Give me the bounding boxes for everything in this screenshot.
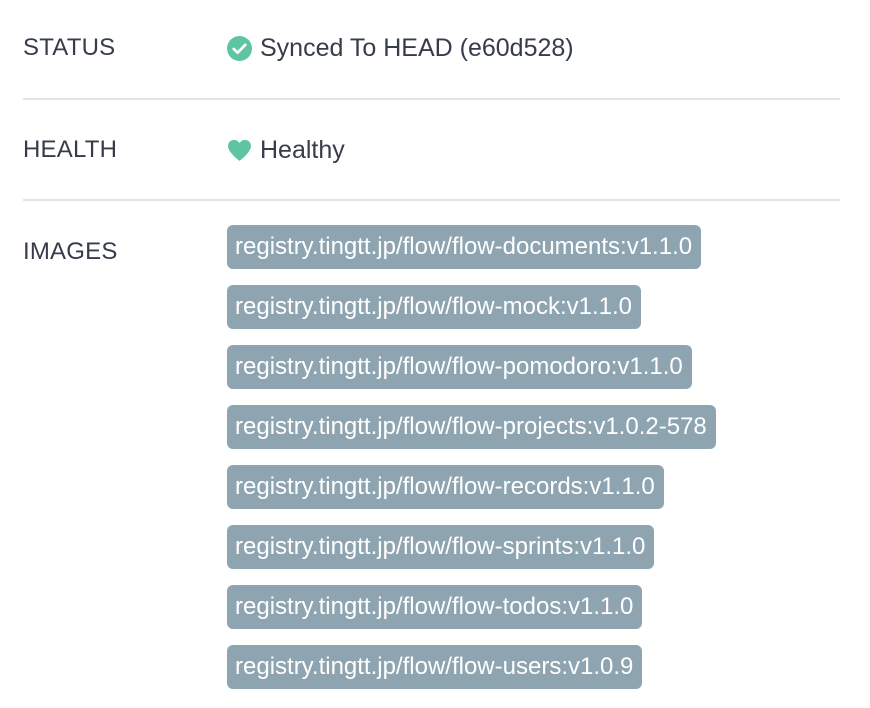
image-tag: registry.tingtt.jp/flow/flow-mock:v1.1.0 <box>227 285 642 329</box>
image-tag: registry.tingtt.jp/flow/flow-projects:v1… <box>227 405 716 449</box>
images-list: registry.tingtt.jp/flow/flow-documents:v… <box>227 225 716 705</box>
status-label: STATUS <box>23 34 116 61</box>
health-text: Healthy <box>260 136 345 164</box>
status-row: STATUS Synced To HEAD (e60d528) <box>23 0 840 100</box>
images-label: IMAGES <box>23 238 118 265</box>
image-tag: registry.tingtt.jp/flow/flow-documents:v… <box>227 225 702 269</box>
image-tag: registry.tingtt.jp/flow/flow-todos:v1.1.… <box>227 585 643 629</box>
health-row: HEALTH Healthy <box>23 100 840 201</box>
health-label: HEALTH <box>23 136 118 163</box>
image-tag: registry.tingtt.jp/flow/flow-sprints:v1.… <box>227 525 655 569</box>
image-tag: registry.tingtt.jp/flow/flow-records:v1.… <box>227 465 664 509</box>
heart-icon <box>227 138 252 163</box>
images-row: IMAGES registry.tingtt.jp/flow/flow-docu… <box>23 201 840 708</box>
image-tag: registry.tingtt.jp/flow/flow-users:v1.0.… <box>227 645 643 689</box>
application-summary-panel: STATUS Synced To HEAD (e60d528) HEALTH H… <box>23 0 840 708</box>
check-circle-icon <box>227 35 252 61</box>
status-value: Synced To HEAD (e60d528) <box>227 34 574 62</box>
health-value: Healthy <box>227 136 345 164</box>
status-text: Synced To HEAD (e60d528) <box>260 34 574 62</box>
image-tag: registry.tingtt.jp/flow/flow-pomodoro:v1… <box>227 345 692 389</box>
